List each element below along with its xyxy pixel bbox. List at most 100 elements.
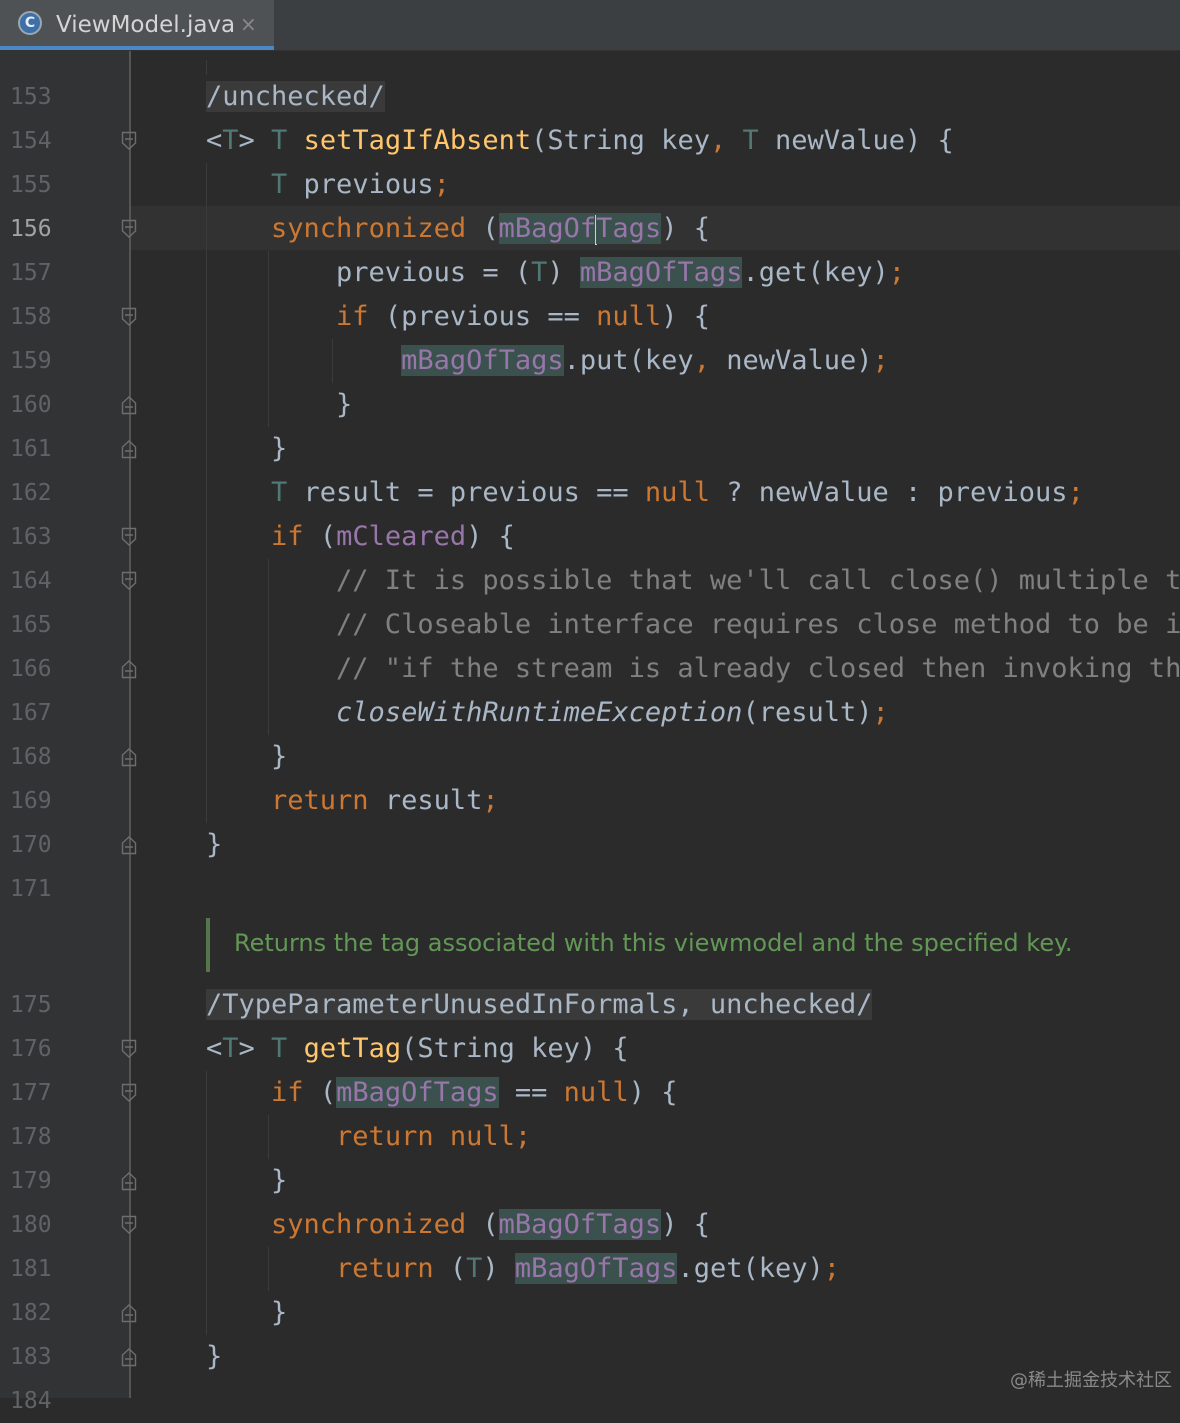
code-line[interactable]: } (206, 1335, 222, 1379)
line-number[interactable]: 157 (10, 251, 52, 295)
watermark-text: @稀土掘金技术社区 (1010, 1370, 1172, 1391)
code-token: synchronized (271, 213, 483, 244)
code-token: > (238, 125, 272, 156)
line-number[interactable]: 154 (10, 119, 52, 163)
code-line[interactable]: mBagOfTags.put(key, newValue); (206, 339, 889, 383)
line-number[interactable]: 153 (10, 75, 52, 119)
code-line[interactable]: } (206, 427, 287, 471)
code-line[interactable]: } (206, 383, 352, 427)
code-line[interactable]: if (mCleared) { (206, 515, 515, 559)
code-token: ( (319, 1077, 337, 1108)
fold-open-icon[interactable] (121, 1083, 137, 1103)
code-line[interactable]: return null; (206, 1115, 531, 1159)
indent-guide (332, 339, 333, 383)
fold-close-icon[interactable] (121, 835, 137, 855)
fold-close-icon[interactable] (121, 1171, 137, 1191)
line-number[interactable]: 155 (10, 163, 52, 207)
line-number[interactable]: 178 (10, 1115, 52, 1159)
fold-open-icon[interactable] (121, 527, 137, 547)
code-line[interactable]: synchronized (mBagOfTags) { (206, 1203, 710, 1247)
code-line[interactable]: previous = (T) mBagOfTags.get(key); (206, 251, 905, 295)
code-token: ) { (661, 1209, 710, 1240)
line-number[interactable]: 170 (10, 823, 52, 867)
fold-close-icon[interactable] (121, 1347, 137, 1367)
fold-close-icon[interactable] (121, 439, 137, 459)
code-token: ( (482, 213, 499, 244)
fold-open-icon[interactable] (121, 219, 137, 239)
line-number[interactable]: 181 (10, 1247, 52, 1291)
line-number[interactable]: 160 (10, 383, 52, 427)
close-icon[interactable]: × (240, 11, 257, 37)
code-line[interactable]: T result = previous == null ? newValue :… (206, 471, 1084, 515)
code-line[interactable]: } (206, 1159, 287, 1203)
fold-close-icon[interactable] (121, 1303, 137, 1323)
code-token: ) { (661, 213, 710, 244)
code-line[interactable]: T previous; (206, 163, 450, 207)
code-token: null (644, 477, 727, 508)
code-token: synchronized (271, 1209, 483, 1240)
indent-guide (268, 559, 269, 735)
line-number[interactable]: 175 (10, 983, 52, 1027)
line-number[interactable]: 182 (10, 1291, 52, 1335)
fold-open-icon[interactable] (121, 1215, 137, 1235)
code-token: T (222, 1033, 239, 1064)
fold-close-icon[interactable] (121, 659, 137, 679)
code-token: // "if the stream is already closed then… (206, 653, 1180, 684)
code-line[interactable]: } (206, 735, 287, 779)
line-number[interactable]: 176 (10, 1027, 52, 1071)
code-line[interactable]: closeWithRuntimeException(result); (206, 691, 889, 735)
line-number[interactable]: 168 (10, 735, 52, 779)
code-line[interactable]: /unchecked/ (206, 75, 385, 119)
line-number[interactable]: 158 (10, 295, 52, 339)
line-number[interactable]: 179 (10, 1159, 52, 1203)
code-line[interactable]: <T> T getTag(String key) { (206, 1027, 629, 1071)
line-number[interactable]: 156 (10, 207, 52, 251)
fold-open-icon[interactable] (121, 1039, 137, 1059)
line-number[interactable]: 183 (10, 1335, 52, 1379)
code-line[interactable]: // "if the stream is already closed then… (206, 647, 1180, 691)
indent-guide (206, 60, 207, 75)
code-token: ? newValue : previous (726, 477, 1068, 508)
indent-guide (206, 163, 207, 823)
line-number[interactable]: 184 (10, 1379, 52, 1423)
code-token: ; (888, 257, 906, 288)
code-line[interactable]: } (206, 1291, 287, 1335)
code-line[interactable]: /TypeParameterUnusedInFormals, unchecked… (206, 983, 873, 1027)
code-line[interactable]: if (mBagOfTags == null) { (206, 1071, 677, 1115)
line-number[interactable]: 164 (10, 559, 52, 603)
code-line[interactable]: if (previous == null) { (206, 295, 710, 339)
code-line[interactable]: // It is possible that we'll call close(… (206, 559, 1180, 603)
fold-open-icon[interactable] (121, 307, 137, 327)
tab-viewmodel-java[interactable]: C ViewModel.java × (0, 0, 274, 50)
fold-close-icon[interactable] (121, 395, 137, 415)
code-token: T (271, 125, 304, 156)
line-number[interactable]: 161 (10, 427, 52, 471)
line-number[interactable]: 169 (10, 779, 52, 823)
code-line[interactable]: } (206, 823, 222, 867)
fold-open-icon[interactable] (121, 571, 137, 591)
fold-open-icon[interactable] (121, 131, 137, 151)
code-token: Tags (596, 213, 662, 244)
code-line[interactable]: return result; (206, 779, 499, 823)
line-number[interactable]: 166 (10, 647, 52, 691)
line-number[interactable]: 163 (10, 515, 52, 559)
line-number[interactable]: 171 (10, 867, 52, 911)
line-number[interactable]: 167 (10, 691, 52, 735)
code-token: (String key) { (401, 1033, 629, 1064)
code-line[interactable]: synchronized (mBagOfTags) { (206, 207, 710, 251)
code-line[interactable]: // Closeable interface requires close me… (206, 603, 1180, 647)
code-token: ( (482, 1209, 499, 1240)
code-line[interactable]: <T> T setTagIfAbsent(String key, T newVa… (206, 119, 954, 163)
line-number[interactable]: 180 (10, 1203, 52, 1247)
fold-close-icon[interactable] (121, 747, 137, 767)
line-number[interactable]: 162 (10, 471, 52, 515)
code-token: getTag (303, 1033, 402, 1064)
line-number[interactable]: 177 (10, 1071, 52, 1115)
line-number[interactable]: 165 (10, 603, 52, 647)
line-number[interactable]: 159 (10, 339, 52, 383)
code-token: result = previous == (303, 477, 645, 508)
code-line[interactable]: return (T) mBagOfTags.get(key); (206, 1247, 840, 1291)
